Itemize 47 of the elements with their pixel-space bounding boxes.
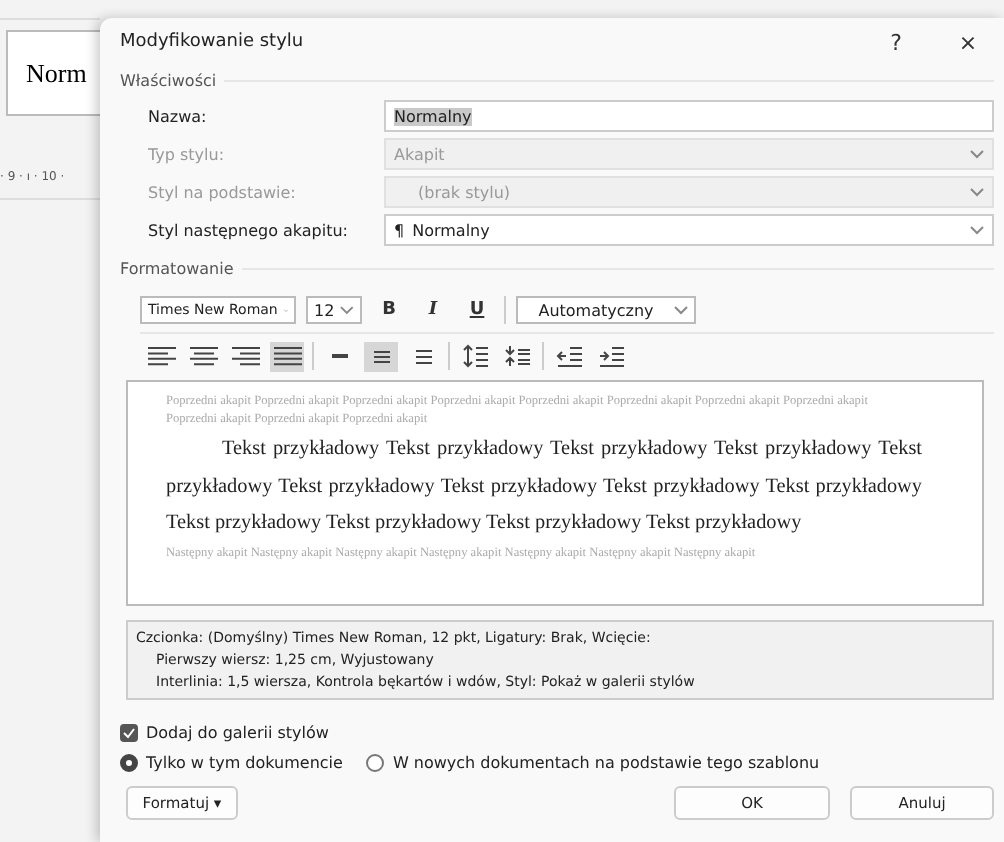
decrease-indent-icon [555, 344, 583, 368]
radio-label[interactable]: Tylko w tym dokumencie [146, 754, 343, 772]
style-gallery-item[interactable]: Norm [6, 30, 100, 116]
line-spacing-icon [461, 344, 489, 368]
dropdown-field[interactable]: ¶ Normalny [384, 214, 994, 246]
increase-indent-icon [597, 344, 625, 368]
paragraph-icon: ¶ [394, 221, 405, 239]
line-spacing-button[interactable] [458, 341, 492, 371]
size-dropdown[interactable]: 12 [306, 296, 362, 324]
decrease-indent-button[interactable] [552, 341, 586, 371]
field-label: Styl następnego akapitu: [148, 221, 350, 239]
one-half-spacing-button[interactable] [364, 341, 398, 371]
align-left-button[interactable] [144, 341, 178, 371]
align-center-icon [189, 344, 217, 368]
help-button[interactable]: ? [860, 29, 932, 55]
paragraph-spacing-icon [503, 344, 531, 368]
sample-text: Tekst przykładowy Tekst przykładowy Tekst przykładowy Tekst przykładowy Tekst przykładowy Tekst przykładowy Tekst przykładowy Tekst przykładowy Tekst przykładowy Tekst przykładowy Tekst przykładowy Tekst przykładowy Tekst przykładowy [166, 436, 922, 538]
checkbox[interactable] [120, 724, 138, 742]
italic-button[interactable]: I [416, 295, 450, 325]
input-field[interactable]: Normalny [384, 100, 994, 132]
paragraph-spacing-button[interactable] [500, 341, 534, 371]
field-label: Nazwa: [148, 107, 209, 125]
field-label: Styl na podstawie: [148, 183, 298, 201]
radio-button[interactable] [366, 754, 385, 772]
field-label: Typ stylu: [148, 145, 227, 163]
chevron-icon [674, 305, 688, 315]
bold-button[interactable]: B [372, 295, 406, 325]
chevron-icon [970, 225, 984, 235]
increase-indent-button[interactable] [594, 341, 628, 371]
dialog-title: Modyfikowanie stylu [120, 32, 306, 52]
close-button[interactable]: × [932, 29, 1004, 55]
chevron-icon [970, 187, 984, 197]
align-right-button[interactable] [228, 341, 262, 371]
checkbox-label[interactable]: Dodaj do galerii stylów [146, 724, 329, 742]
section-heading: Formatowanie [120, 259, 234, 277]
align-center-button[interactable] [186, 341, 220, 371]
radio-button[interactable] [120, 754, 138, 772]
section-heading: Właściwości [120, 71, 217, 89]
chevron-icon [340, 305, 354, 315]
underline-button[interactable]: U [460, 295, 494, 325]
chevron-icon [970, 149, 984, 159]
justify-button[interactable] [270, 341, 304, 371]
align-right-icon [231, 344, 259, 368]
color-dropdown[interactable]: Automatyczny [516, 296, 696, 324]
justify-icon [273, 344, 301, 368]
align-left-icon [147, 344, 175, 368]
radio-label[interactable]: W nowych dokumentach na podstawie tego szablonu [392, 754, 820, 772]
